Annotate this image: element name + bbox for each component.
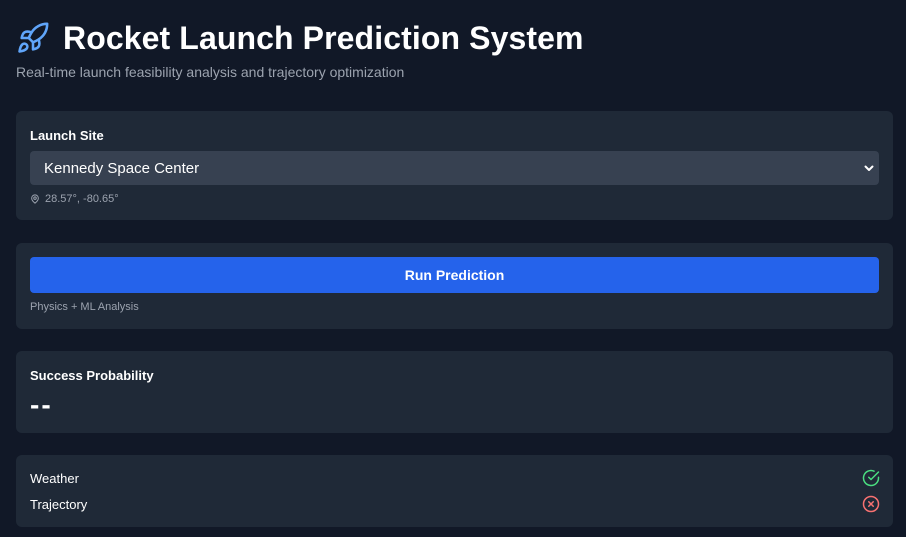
check-label-trajectory: Trajectory xyxy=(30,496,88,512)
x-circle-icon xyxy=(862,495,880,513)
launch-site-card: Launch Site Kennedy Space Center 28.57°,… xyxy=(16,111,893,220)
page-header: Rocket Launch Prediction System Real-tim… xyxy=(16,18,893,81)
check-circle-icon xyxy=(862,469,880,487)
status-checks-card: Weather Trajectory xyxy=(16,455,893,527)
check-label-weather: Weather xyxy=(30,470,79,486)
coordinates-text: 28.57°, -80.65° xyxy=(45,193,119,205)
run-prediction-button[interactable]: Run Prediction xyxy=(30,257,879,293)
success-probability-label: Success Probability xyxy=(30,368,154,383)
check-row-trajectory: Trajectory xyxy=(30,493,880,515)
rocket-icon xyxy=(18,22,49,53)
launch-site-label: Launch Site xyxy=(30,128,104,143)
analysis-caption: Physics + ML Analysis xyxy=(30,301,139,313)
page-subtitle: Real-time launch feasibility analysis an… xyxy=(16,64,405,80)
success-probability-value: -- xyxy=(30,389,53,420)
title-row: Rocket Launch Prediction System xyxy=(16,18,893,58)
page-title: Rocket Launch Prediction System xyxy=(63,20,584,56)
map-pin-icon xyxy=(31,194,39,204)
run-prediction-card: Run Prediction Physics + ML Analysis xyxy=(16,243,893,329)
chevron-down-icon xyxy=(864,165,874,171)
launch-site-selected-value: Kennedy Space Center xyxy=(44,159,200,177)
app-page: Rocket Launch Prediction System Real-tim… xyxy=(0,0,906,537)
success-probability-card: Success Probability -- xyxy=(16,351,893,433)
check-row-weather: Weather xyxy=(30,467,880,489)
site-coordinates: 28.57°, -80.65° xyxy=(30,193,119,205)
launch-site-select[interactable]: Kennedy Space Center xyxy=(30,151,879,185)
